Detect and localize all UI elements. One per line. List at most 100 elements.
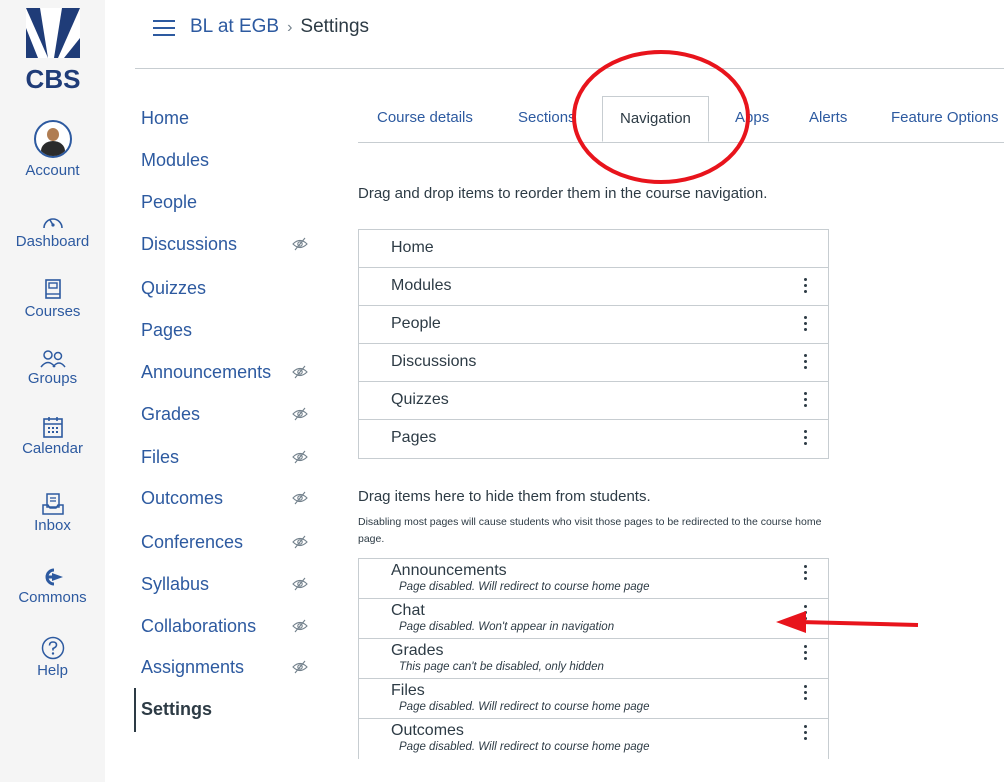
more-options-icon[interactable] [802, 565, 808, 583]
nav-item-status: This page can't be disabled, only hidden [399, 661, 604, 673]
nav-item-label: Pages [391, 429, 437, 446]
tab-alerts[interactable]: Alerts [809, 109, 847, 126]
global-nav-label: Calendar [22, 440, 83, 457]
nav-item-label: Quizzes [391, 391, 449, 408]
nav-list-item[interactable]: Pages [359, 420, 828, 458]
nav-list-item[interactable]: Discussions [359, 344, 828, 382]
eye-slash-icon [292, 237, 308, 251]
tab-feature-options[interactable]: Feature Options [891, 109, 999, 126]
nav-item-label: Files [391, 682, 425, 699]
global-nav-groups[interactable]: Groups [0, 350, 105, 387]
more-options-icon[interactable] [802, 354, 808, 372]
eye-slash-icon [292, 407, 308, 421]
eye-slash-icon [292, 450, 308, 464]
global-nav-label: Inbox [34, 517, 71, 534]
global-nav-label: Dashboard [15, 233, 90, 250]
nav-list-item[interactable]: Modules [359, 268, 828, 306]
global-nav-commons[interactable]: Commons [0, 567, 105, 606]
settings-tabs: Course details Sections Navigation Apps … [358, 96, 1004, 143]
tab-apps[interactable]: Apps [735, 109, 769, 126]
nav-item-label: Chat [391, 602, 425, 619]
active-indicator [134, 688, 136, 732]
nav-list-item[interactable]: Quizzes [359, 382, 828, 420]
enabled-nav-list: Home Modules People Discussions Quizzes … [358, 229, 829, 459]
eye-slash-icon [292, 577, 308, 591]
breadcrumb: BL at EGB › Settings [190, 16, 369, 38]
nav-item-label: Discussions [391, 353, 477, 370]
nav-item-label: Announcements [391, 562, 507, 579]
tab-sections[interactable]: Sections [518, 109, 576, 126]
hidden-section-title: Drag items here to hide them from studen… [358, 488, 651, 505]
nav-item-status: Page disabled. Will redirect to course h… [399, 741, 650, 753]
course-nav-pages[interactable]: Pages [141, 318, 192, 342]
nav-item-status: Page disabled. Will redirect to course h… [399, 701, 650, 713]
disabled-list-item[interactable]: Files Page disabled. Will redirect to co… [359, 679, 828, 719]
tab-navigation[interactable]: Navigation [602, 96, 709, 142]
global-nav-help[interactable]: Help [0, 636, 105, 679]
eye-slash-icon [292, 535, 308, 549]
global-nav-dashboard[interactable]: Dashboard [0, 213, 105, 250]
breadcrumb-current: Settings [300, 16, 370, 37]
course-nav-settings[interactable]: Settings [141, 697, 212, 721]
course-nav-quizzes[interactable]: Quizzes [141, 276, 206, 300]
eye-slash-icon [292, 365, 308, 379]
global-nav-label: Courses [24, 303, 81, 320]
disabled-list-item[interactable]: Outcomes Page disabled. Will redirect to… [359, 719, 828, 759]
nav-item-label: Modules [391, 277, 452, 294]
more-options-icon[interactable] [802, 430, 808, 448]
global-nav-calendar[interactable]: Calendar [0, 416, 105, 457]
avatar [33, 120, 72, 158]
course-nav-conferences[interactable]: Conferences [141, 530, 243, 554]
course-nav-files[interactable]: Files [141, 445, 179, 469]
course-nav-assignments[interactable]: Assignments [141, 655, 244, 679]
hamburger-menu-icon[interactable] [153, 20, 175, 38]
reorder-instruction: Drag and drop items to reorder them in t… [358, 185, 768, 202]
nav-item-label: Grades [391, 642, 444, 659]
course-nav-modules[interactable]: Modules [141, 148, 209, 172]
more-options-icon[interactable] [802, 278, 808, 296]
global-nav-label: Help [37, 662, 68, 679]
disabled-list-item[interactable]: Chat Page disabled. Won't appear in navi… [359, 599, 828, 639]
global-nav-account[interactable]: Account [0, 120, 105, 179]
hidden-section-note: Disabling most pages will cause students… [358, 516, 822, 545]
help-icon [41, 636, 64, 660]
nav-list-item[interactable]: People [359, 306, 828, 344]
course-nav-people[interactable]: People [141, 190, 197, 214]
tab-course-details[interactable]: Course details [377, 109, 473, 126]
global-navigation: CBS Account Dashboard Courses Groups Cal… [0, 0, 105, 782]
inbox-icon [41, 493, 64, 515]
global-nav-courses[interactable]: Courses [0, 279, 105, 320]
more-options-icon[interactable] [802, 685, 808, 703]
breadcrumb-separator: › [287, 19, 293, 36]
nav-item-status: Page disabled. Won't appear in navigatio… [399, 621, 615, 633]
courses-icon [44, 279, 61, 299]
course-nav-collaborations[interactable]: Collaborations [141, 614, 256, 638]
course-nav-grades[interactable]: Grades [141, 402, 200, 426]
dashboard-icon [42, 218, 63, 229]
nav-item-label: Outcomes [391, 722, 464, 739]
nav-list-item[interactable]: Home [359, 230, 828, 268]
global-nav-label: Groups [27, 370, 78, 387]
calendar-icon [42, 417, 63, 438]
disabled-list-item[interactable]: Announcements Page disabled. Will redire… [359, 559, 828, 599]
disabled-list-item[interactable]: Grades This page can't be disabled, only… [359, 639, 828, 679]
more-options-icon[interactable] [802, 316, 808, 334]
groups-icon [39, 350, 66, 368]
course-nav-syllabus[interactable]: Syllabus [141, 572, 209, 596]
course-nav-home[interactable]: Home [141, 106, 189, 130]
course-nav-outcomes[interactable]: Outcomes [141, 486, 223, 510]
eye-slash-icon [292, 619, 308, 633]
course-nav-announcements[interactable]: Announcements [141, 360, 271, 384]
more-options-icon[interactable] [802, 725, 808, 743]
global-nav-label: Account [25, 162, 80, 179]
eye-slash-icon [292, 491, 308, 505]
more-options-icon[interactable] [802, 645, 808, 663]
cbs-logo[interactable]: CBS [18, 8, 88, 98]
nav-item-label: Home [391, 239, 434, 256]
nav-item-label: People [391, 315, 441, 332]
breadcrumb-course-link[interactable]: BL at EGB [190, 16, 279, 37]
course-nav-discussions[interactable]: Discussions [141, 232, 237, 256]
global-nav-inbox[interactable]: Inbox [0, 493, 105, 534]
more-options-icon[interactable] [802, 392, 808, 410]
more-options-icon[interactable] [802, 605, 808, 623]
